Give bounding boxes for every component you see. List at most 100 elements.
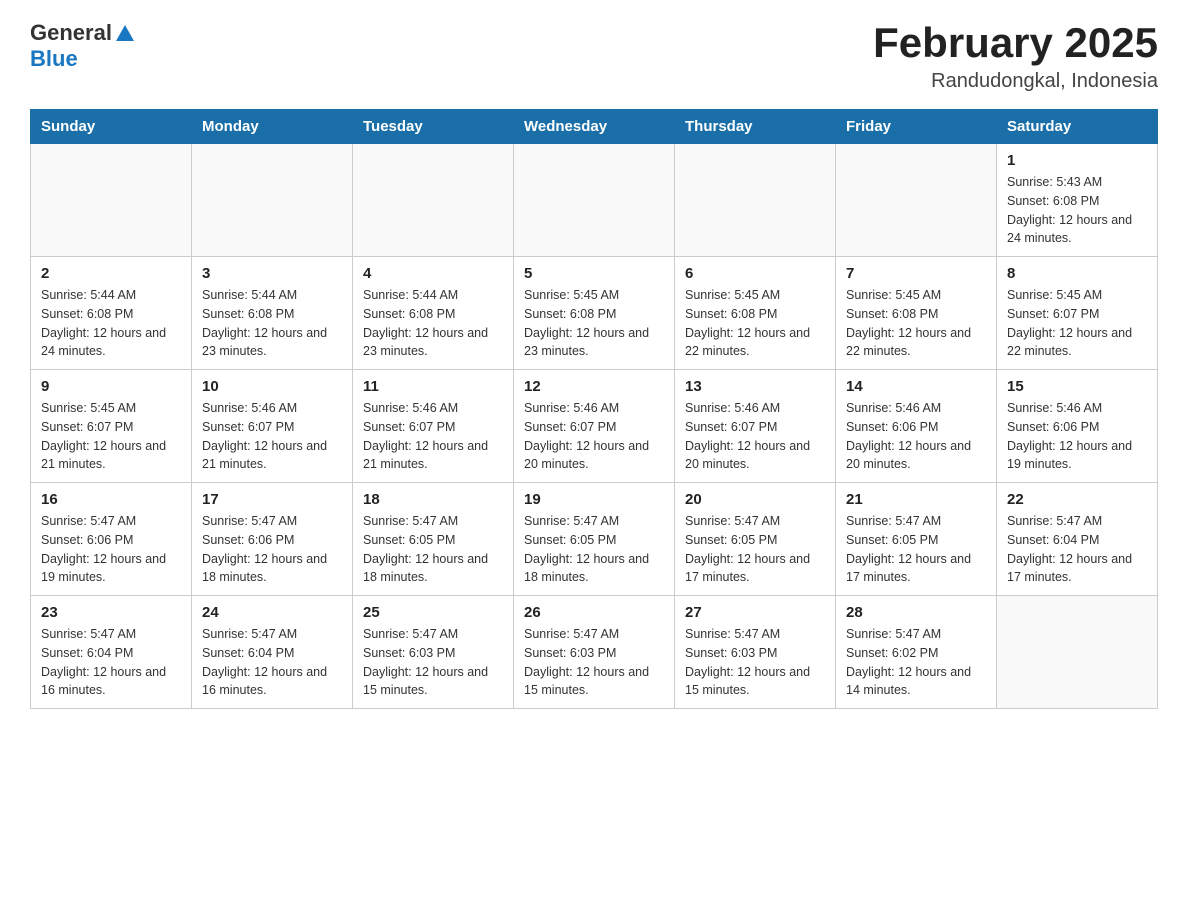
logo-text-general: General <box>30 20 112 46</box>
day-number: 27 <box>685 604 825 621</box>
page-header: General Blue February 2025 Randudongkal,… <box>30 20 1158 93</box>
day-info: Sunrise: 5:45 AM Sunset: 6:07 PM Dayligh… <box>41 399 181 474</box>
header-sunday: Sunday <box>31 110 192 144</box>
day-number: 14 <box>846 378 986 395</box>
table-row: 27 Sunrise: 5:47 AM Sunset: 6:03 PM Dayli… <box>675 596 836 709</box>
table-row: 10 Sunrise: 5:46 AM Sunset: 6:07 PM Dayli… <box>192 370 353 483</box>
day-info: Sunrise: 5:44 AM Sunset: 6:08 PM Dayligh… <box>41 286 181 361</box>
header-wednesday: Wednesday <box>514 110 675 144</box>
logo-arrow-icon <box>114 23 136 45</box>
day-number: 12 <box>524 378 664 395</box>
table-row <box>192 144 353 257</box>
calendar-week-row: 9 Sunrise: 5:45 AM Sunset: 6:07 PM Daylig… <box>31 370 1158 483</box>
day-info: Sunrise: 5:47 AM Sunset: 6:05 PM Dayligh… <box>685 512 825 587</box>
day-info: Sunrise: 5:46 AM Sunset: 6:07 PM Dayligh… <box>524 399 664 474</box>
header-monday: Monday <box>192 110 353 144</box>
day-info: Sunrise: 5:47 AM Sunset: 6:04 PM Dayligh… <box>202 625 342 700</box>
header-thursday: Thursday <box>675 110 836 144</box>
day-number: 18 <box>363 491 503 508</box>
day-number: 26 <box>524 604 664 621</box>
calendar-table: Sunday Monday Tuesday Wednesday Thursday… <box>30 109 1158 709</box>
table-row: 20 Sunrise: 5:47 AM Sunset: 6:05 PM Dayli… <box>675 483 836 596</box>
table-row: 5 Sunrise: 5:45 AM Sunset: 6:08 PM Daylig… <box>514 257 675 370</box>
table-row: 6 Sunrise: 5:45 AM Sunset: 6:08 PM Daylig… <box>675 257 836 370</box>
table-row: 16 Sunrise: 5:47 AM Sunset: 6:06 PM Dayli… <box>31 483 192 596</box>
table-row: 14 Sunrise: 5:46 AM Sunset: 6:06 PM Dayli… <box>836 370 997 483</box>
table-row: 8 Sunrise: 5:45 AM Sunset: 6:07 PM Daylig… <box>997 257 1158 370</box>
day-info: Sunrise: 5:46 AM Sunset: 6:06 PM Dayligh… <box>846 399 986 474</box>
day-info: Sunrise: 5:47 AM Sunset: 6:02 PM Dayligh… <box>846 625 986 700</box>
day-number: 22 <box>1007 491 1147 508</box>
day-info: Sunrise: 5:47 AM Sunset: 6:03 PM Dayligh… <box>685 625 825 700</box>
day-number: 6 <box>685 265 825 282</box>
logo: General Blue <box>30 20 136 72</box>
day-info: Sunrise: 5:47 AM Sunset: 6:06 PM Dayligh… <box>41 512 181 587</box>
day-info: Sunrise: 5:46 AM Sunset: 6:07 PM Dayligh… <box>363 399 503 474</box>
day-number: 5 <box>524 265 664 282</box>
day-number: 21 <box>846 491 986 508</box>
day-info: Sunrise: 5:45 AM Sunset: 6:07 PM Dayligh… <box>1007 286 1147 361</box>
table-row <box>31 144 192 257</box>
day-number: 28 <box>846 604 986 621</box>
month-year-title: February 2025 <box>873 20 1158 66</box>
table-row: 13 Sunrise: 5:46 AM Sunset: 6:07 PM Dayli… <box>675 370 836 483</box>
day-info: Sunrise: 5:47 AM Sunset: 6:05 PM Dayligh… <box>846 512 986 587</box>
table-row: 15Sunrise: 5:46 AM Sunset: 6:06 PM Dayli… <box>997 370 1158 483</box>
day-number: 3 <box>202 265 342 282</box>
table-row: 7 Sunrise: 5:45 AM Sunset: 6:08 PM Daylig… <box>836 257 997 370</box>
day-info: Sunrise: 5:47 AM Sunset: 6:03 PM Dayligh… <box>524 625 664 700</box>
day-number: 1 <box>1007 152 1147 169</box>
table-row: 28 Sunrise: 5:47 AM Sunset: 6:02 PM Dayli… <box>836 596 997 709</box>
day-info: Sunrise: 5:44 AM Sunset: 6:08 PM Dayligh… <box>202 286 342 361</box>
calendar-week-row: 2 Sunrise: 5:44 AM Sunset: 6:08 PM Daylig… <box>31 257 1158 370</box>
table-row <box>675 144 836 257</box>
table-row: 2 Sunrise: 5:44 AM Sunset: 6:08 PM Daylig… <box>31 257 192 370</box>
table-row: 9 Sunrise: 5:45 AM Sunset: 6:07 PM Daylig… <box>31 370 192 483</box>
header-saturday: Saturday <box>997 110 1158 144</box>
day-number: 23 <box>41 604 181 621</box>
day-info: Sunrise: 5:45 AM Sunset: 6:08 PM Dayligh… <box>846 286 986 361</box>
day-number: 9 <box>41 378 181 395</box>
day-info: Sunrise: 5:47 AM Sunset: 6:05 PM Dayligh… <box>524 512 664 587</box>
logo-text-blue: Blue <box>30 46 78 71</box>
table-row: 12 Sunrise: 5:46 AM Sunset: 6:07 PM Dayli… <box>514 370 675 483</box>
location-title: Randudongkal, Indonesia <box>873 70 1158 93</box>
day-number: 25 <box>363 604 503 621</box>
day-info: Sunrise: 5:47 AM Sunset: 6:06 PM Dayligh… <box>202 512 342 587</box>
day-info: Sunrise: 5:46 AM Sunset: 6:07 PM Dayligh… <box>202 399 342 474</box>
day-info: Sunrise: 5:44 AM Sunset: 6:08 PM Dayligh… <box>363 286 503 361</box>
day-number: 11 <box>363 378 503 395</box>
table-row: 1 Sunrise: 5:43 AM Sunset: 6:08 PM Daylig… <box>997 144 1158 257</box>
day-number: 4 <box>363 265 503 282</box>
table-row: 23 Sunrise: 5:47 AM Sunset: 6:04 PM Dayli… <box>31 596 192 709</box>
day-info: Sunrise: 5:46 AM Sunset: 6:07 PM Dayligh… <box>685 399 825 474</box>
day-number: 16 <box>41 491 181 508</box>
day-number: 13 <box>685 378 825 395</box>
day-info: Sunrise: 5:45 AM Sunset: 6:08 PM Dayligh… <box>524 286 664 361</box>
day-number: 20 <box>685 491 825 508</box>
day-info: Sunrise: 5:43 AM Sunset: 6:08 PM Dayligh… <box>1007 173 1147 248</box>
day-number: 7 <box>846 265 986 282</box>
day-number: 10 <box>202 378 342 395</box>
table-row <box>997 596 1158 709</box>
table-row: 21 Sunrise: 5:47 AM Sunset: 6:05 PM Dayli… <box>836 483 997 596</box>
table-row: 25 Sunrise: 5:47 AM Sunset: 6:03 PM Dayli… <box>353 596 514 709</box>
day-info: Sunrise: 5:47 AM Sunset: 6:05 PM Dayligh… <box>363 512 503 587</box>
day-info: Sunrise: 5:47 AM Sunset: 6:04 PM Dayligh… <box>41 625 181 700</box>
calendar-week-row: 1 Sunrise: 5:43 AM Sunset: 6:08 PM Daylig… <box>31 144 1158 257</box>
title-section: February 2025 Randudongkal, Indonesia <box>873 20 1158 93</box>
day-number: 8 <box>1007 265 1147 282</box>
table-row: 4 Sunrise: 5:44 AM Sunset: 6:08 PM Daylig… <box>353 257 514 370</box>
day-number: 19 <box>524 491 664 508</box>
table-row <box>514 144 675 257</box>
calendar-week-row: 23 Sunrise: 5:47 AM Sunset: 6:04 PM Dayli… <box>31 596 1158 709</box>
day-info: Sunrise: 5:47 AM Sunset: 6:03 PM Dayligh… <box>363 625 503 700</box>
table-row: 17Sunrise: 5:47 AM Sunset: 6:06 PM Dayli… <box>192 483 353 596</box>
day-info: Sunrise: 5:45 AM Sunset: 6:08 PM Dayligh… <box>685 286 825 361</box>
table-row: 22Sunrise: 5:47 AM Sunset: 6:04 PM Dayli… <box>997 483 1158 596</box>
table-row: 19 Sunrise: 5:47 AM Sunset: 6:05 PM Dayli… <box>514 483 675 596</box>
day-number: 2 <box>41 265 181 282</box>
day-number: 15 <box>1007 378 1147 395</box>
table-row <box>836 144 997 257</box>
header-friday: Friday <box>836 110 997 144</box>
